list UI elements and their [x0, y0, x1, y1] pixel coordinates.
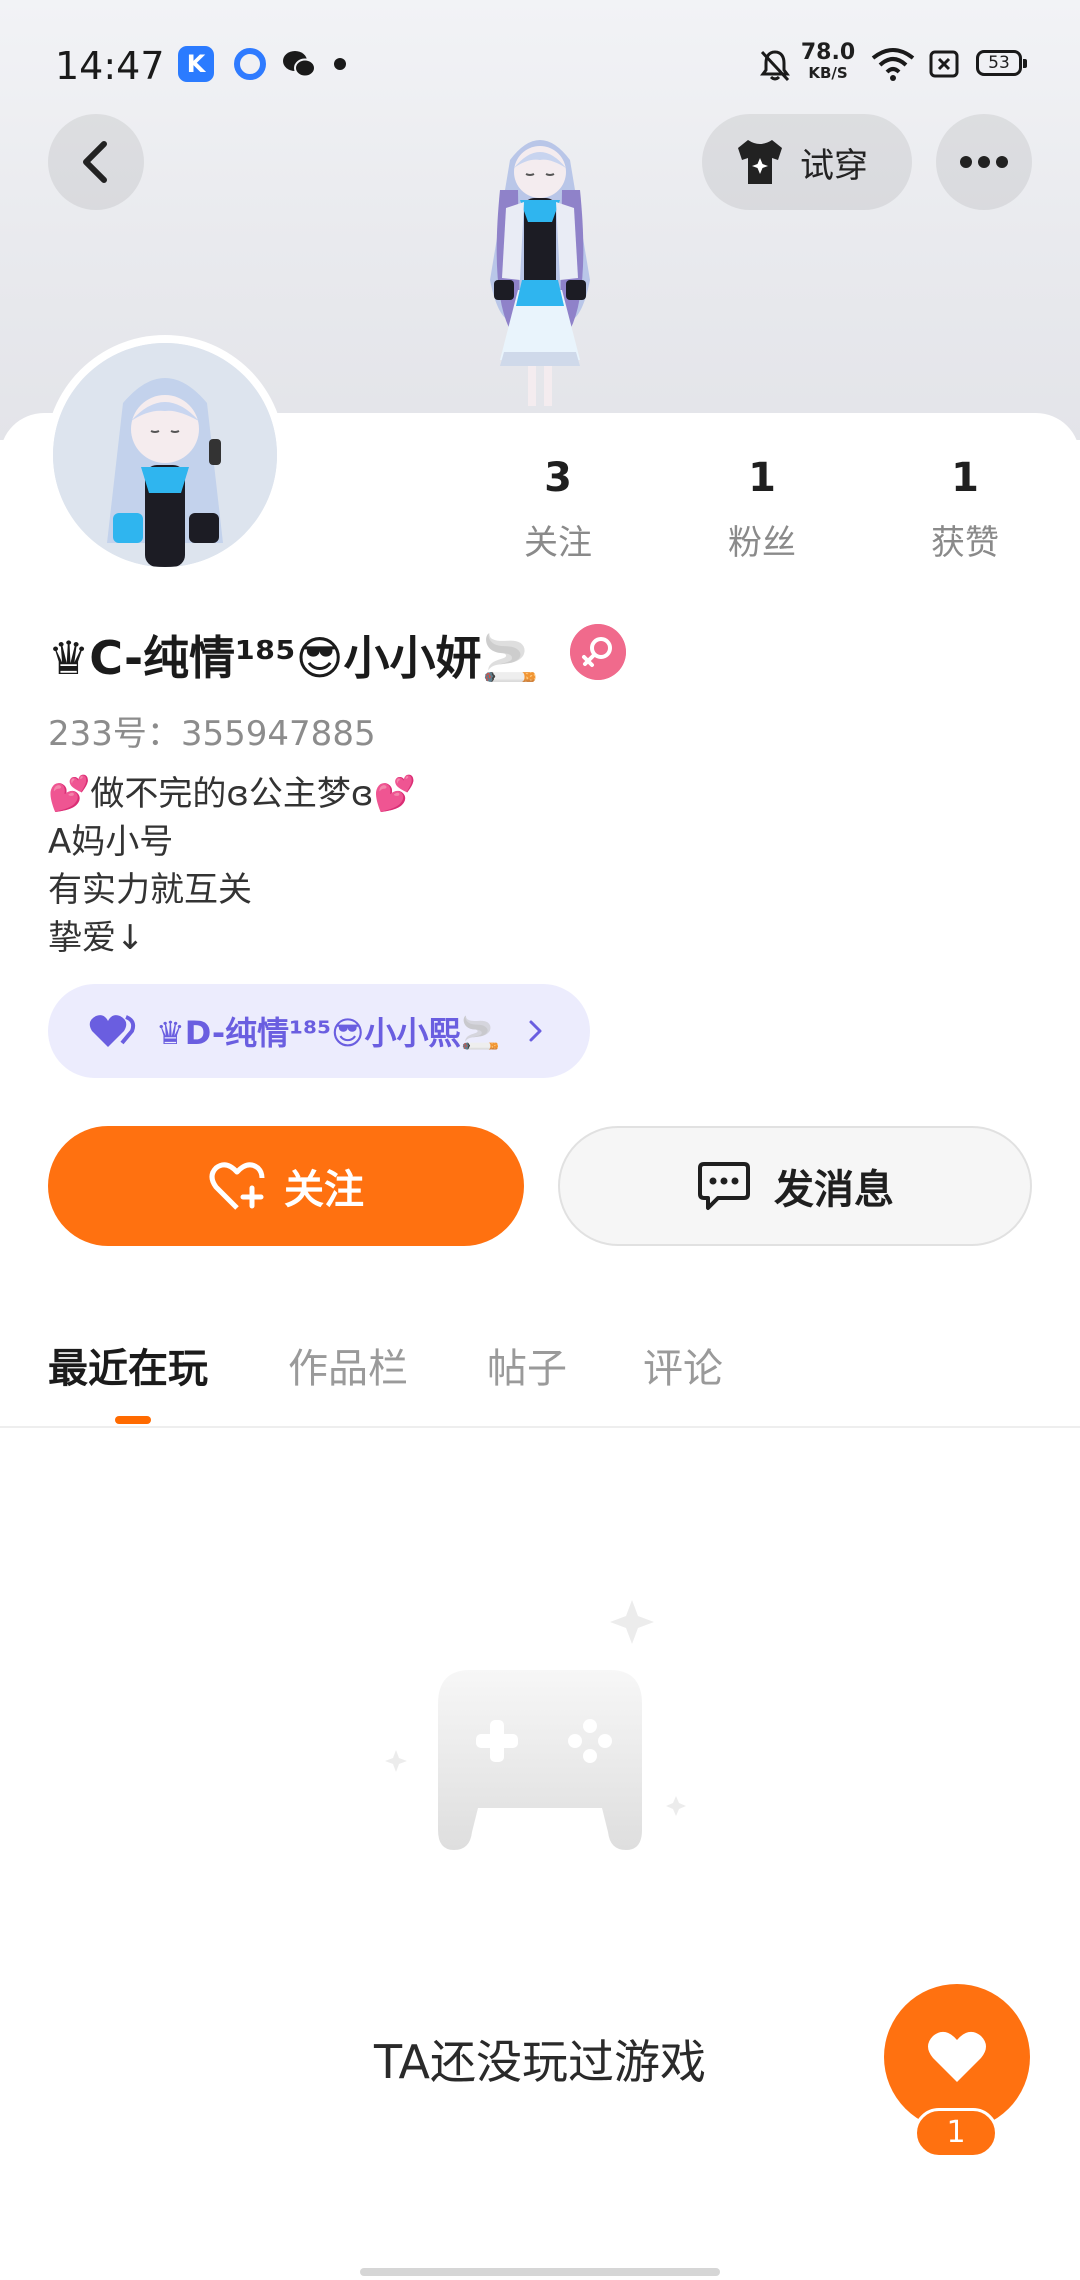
try-on-button[interactable]: 试穿	[702, 114, 912, 210]
double-heart-icon	[89, 1015, 136, 1047]
status-time: 14:47	[55, 44, 165, 88]
wechat-icon	[283, 51, 316, 78]
send-message-button[interactable]: 发消息	[558, 1126, 1032, 1246]
chevron-right-icon	[529, 1020, 542, 1042]
tab-recently-played[interactable]: 最近在玩	[48, 1336, 208, 1394]
female-gender-icon	[570, 624, 626, 680]
avatar-figure-image[interactable]	[440, 130, 640, 420]
bio-line: 有实力就互关	[48, 870, 252, 910]
tab-posts[interactable]: 帖子	[487, 1336, 567, 1394]
linked-user-name: ♛D-纯情¹⁸⁵😎小小熙🚬	[156, 1014, 501, 1052]
tab-comments[interactable]: 评论	[643, 1336, 723, 1394]
avatar-image	[53, 343, 277, 567]
notification-dot-icon	[334, 58, 346, 70]
bio-line: 挚爱↓	[48, 918, 145, 958]
stat-likes[interactable]: 1 获赞	[895, 455, 1035, 564]
stat-followers[interactable]: 1 粉丝	[692, 455, 832, 564]
back-button[interactable]	[48, 114, 144, 210]
battery-icon: 53	[976, 50, 1027, 76]
user-nickname: ♛C-纯情¹⁸⁵😎小小妍🚬	[48, 631, 539, 685]
chat-bubble-icon	[698, 1162, 750, 1210]
network-speed: 78.0 KB/S	[800, 40, 856, 82]
user-bio: 💕做不完的ɞ公主梦ɞ💕 A妈小号 有实力就互关 挚爱↓	[48, 770, 416, 962]
user-avatar[interactable]	[45, 335, 285, 575]
q-app-icon	[234, 48, 266, 80]
heart-icon	[928, 2031, 986, 2082]
heart-add-icon	[209, 1162, 265, 1210]
stat-following[interactable]: 3 关注	[488, 455, 628, 564]
wifi-icon	[871, 48, 915, 81]
tabs-divider	[0, 1426, 1080, 1428]
more-button[interactable]	[936, 114, 1032, 210]
user-id[interactable]: 233号：355947885	[48, 706, 376, 755]
more-dots-icon	[960, 156, 1008, 168]
tab-works[interactable]: 作品栏	[288, 1336, 408, 1394]
linked-user-chip[interactable]: ♛D-纯情¹⁸⁵😎小小熙🚬	[48, 984, 590, 1078]
k-app-icon: K	[178, 46, 214, 82]
bell-muted-icon	[760, 50, 790, 82]
sim-card-icon	[929, 50, 959, 78]
home-indicator[interactable]	[360, 2268, 720, 2276]
follow-button[interactable]: 关注	[48, 1126, 524, 1246]
active-tab-indicator	[115, 1416, 151, 1424]
avatar-portrait-image	[53, 343, 277, 567]
profile-tabs: 最近在玩 作品栏 帖子 评论	[0, 1330, 1080, 1426]
chevron-left-icon	[83, 141, 107, 183]
shirt-icon	[738, 140, 782, 184]
like-count-badge: 1	[914, 2108, 998, 2158]
bio-line: A妈小号	[48, 822, 174, 862]
bio-line: 💕做不完的ɞ公主梦ɞ💕	[48, 774, 416, 814]
status-bar: 14:47 K 78.0 KB/S 53	[0, 0, 1080, 130]
game-controller-icon	[385, 1600, 686, 1850]
